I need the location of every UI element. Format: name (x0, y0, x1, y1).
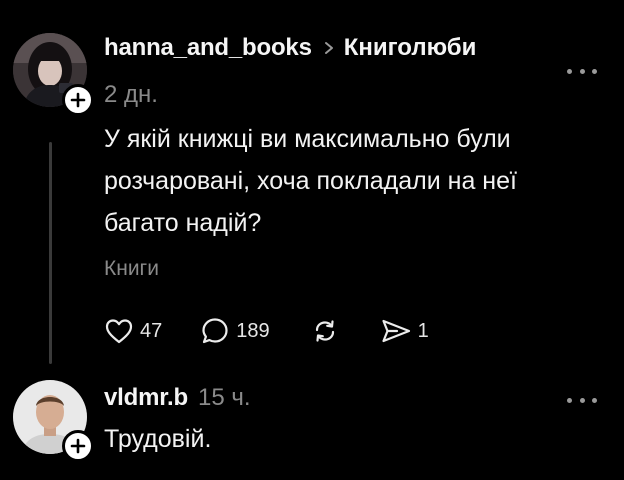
follow-button[interactable] (62, 84, 94, 116)
thread-line (49, 142, 52, 364)
more-icon-dot (567, 68, 572, 74)
post-text-line: розчаровані, хоча покладали на неї (104, 167, 517, 195)
repost-button[interactable] (310, 316, 340, 346)
thread-post: hanna_and_books Книголюби 2 дн. У якій к… (0, 0, 624, 372)
more-button[interactable] (567, 394, 597, 406)
comment-count: 189 (236, 319, 270, 342)
reply-header: vldmr.b 15 ч. (104, 384, 251, 412)
like-count: 47 (140, 319, 163, 342)
plus-icon (70, 92, 86, 108)
reply-time: 15 ч. (197, 384, 251, 411)
comment-icon (202, 318, 228, 344)
post-text-line: У якій книжці ви максимально були (104, 125, 511, 153)
more-button[interactable] (567, 65, 597, 77)
repost-icon (315, 320, 334, 342)
post-actions: 47 189 1 (104, 312, 429, 350)
community-link[interactable]: Книголюби (344, 34, 477, 62)
plus-icon (70, 438, 86, 454)
topic-tag[interactable]: Книги (104, 257, 159, 281)
more-icon-dot (592, 397, 597, 403)
chevron-right-icon (324, 41, 334, 55)
more-icon-dot (579, 68, 585, 74)
comment-button[interactable]: 189 (200, 316, 270, 346)
follow-button[interactable] (62, 430, 94, 462)
more-icon-dot (592, 68, 597, 74)
reply-text: Трудовій. (104, 425, 212, 453)
like-button[interactable]: 47 (104, 317, 162, 345)
reply-post: vldmr.b 15 ч. Трудовій. (0, 372, 624, 480)
share-icon (382, 319, 410, 343)
more-icon-dot (567, 397, 572, 403)
post-time: 2 дн. (104, 81, 158, 108)
post-text: У якій книжці ви максимально були розчар… (104, 118, 604, 244)
post-header: hanna_and_books Книголюби (104, 34, 476, 62)
more-icon-dot (579, 397, 585, 403)
share-count: 1 (417, 319, 429, 342)
share-button[interactable]: 1 (380, 316, 429, 346)
reply-username[interactable]: vldmr.b (104, 384, 188, 412)
post-username[interactable]: hanna_and_books (104, 34, 312, 62)
heart-icon (105, 319, 133, 344)
post-text-line: багато надій? (104, 209, 262, 237)
